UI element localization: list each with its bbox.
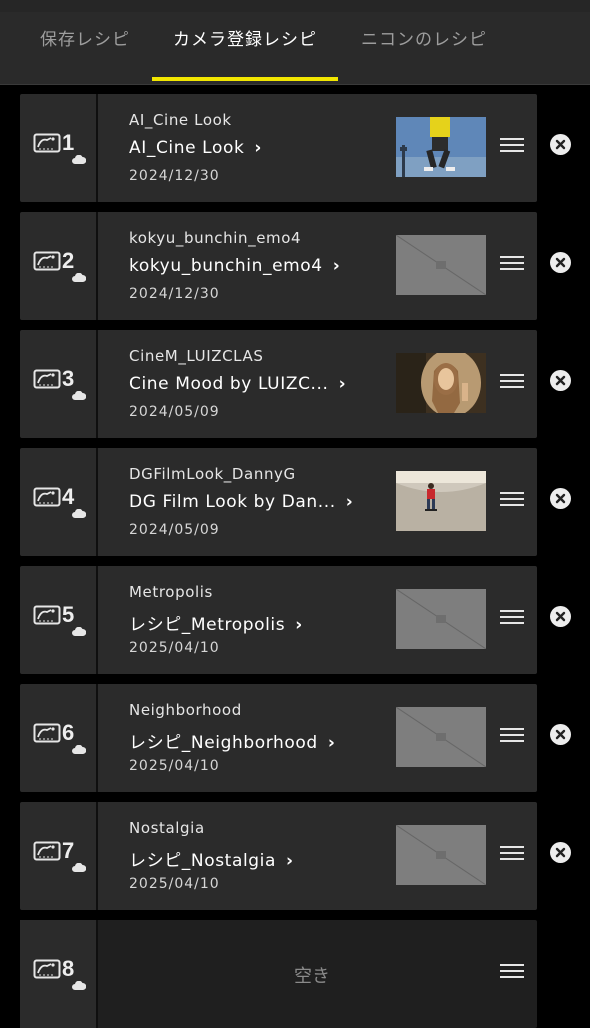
recipe-row[interactable]: 5 Metropolis レシピ_Metropolis › 2025/04/10	[20, 566, 537, 674]
tab-label: ニコンのレシピ	[361, 30, 487, 50]
slot-cell: 6	[20, 684, 98, 792]
chevron-right-icon: ›	[327, 733, 336, 753]
picture-control-icon	[33, 722, 61, 748]
recipe-name: kokyu_bunchin_emo4	[129, 256, 323, 276]
recipe-thumbnail	[396, 353, 486, 413]
chevron-right-icon: ›	[345, 492, 354, 512]
recipe-thumbnail	[396, 589, 486, 649]
picture-control-icon	[33, 604, 61, 630]
recipe-name: レシピ_Neighborhood	[129, 733, 318, 753]
delete-recipe-button[interactable]	[550, 842, 571, 863]
recipe-row[interactable]: 4 DGFilmLook_DannyG DG Film Look by Dan...…	[20, 448, 537, 556]
recipe-row[interactable]: 3 CineM_LUIZCLAS Cine Mood by LUIZC... › 202…	[20, 330, 537, 438]
empty-slot-label: 空き	[294, 966, 330, 987]
recipe-date: 2024/12/30	[129, 168, 220, 184]
tab-camera-recipes[interactable]: カメラ登録レシピ	[152, 12, 338, 84]
chevron-right-icon: ›	[295, 615, 303, 635]
active-tab-indicator	[152, 77, 338, 81]
recipe-thumbnail	[396, 707, 486, 767]
cloud-icon	[72, 858, 87, 877]
cloud-icon	[72, 622, 87, 641]
tab-label: 保存レシピ	[40, 30, 130, 50]
cloud-icon	[72, 504, 87, 523]
recipe-file-name: Neighborhood	[129, 701, 242, 719]
cloud-icon	[72, 740, 87, 759]
recipe-name-link[interactable]: DG Film Look by Dan... ›	[129, 492, 353, 512]
recipe-file-name: Nostalgia	[129, 819, 205, 837]
chevron-right-icon: ›	[286, 851, 294, 871]
drag-handle-icon[interactable]	[500, 374, 524, 394]
recipe-date: 2024/05/09	[129, 522, 220, 538]
tab-bar: 保存レシピ カメラ登録レシピ ニコンのレシピ	[0, 12, 590, 85]
recipe-name-link[interactable]: kokyu_bunchin_emo4 ›	[129, 256, 340, 276]
picture-control-icon	[33, 132, 61, 158]
recipe-row[interactable]: 1 AI_Cine Look AI_Cine Look › 2024/12/30	[20, 94, 537, 202]
recipe-file-name: Metropolis	[129, 583, 213, 601]
recipe-row[interactable]: 7 Nostalgia レシピ_Nostalgia › 2025/04/10	[20, 802, 537, 910]
chevron-right-icon: ›	[254, 138, 263, 158]
picture-control-icon	[33, 250, 61, 276]
recipe-thumbnail	[396, 235, 486, 295]
empty-slot-row[interactable]: 8 空き	[20, 920, 537, 1028]
chevron-right-icon: ›	[338, 374, 347, 394]
slot-cell: 5	[20, 566, 98, 674]
recipe-date: 2024/05/09	[129, 404, 220, 420]
recipe-file-name: AI_Cine Look	[129, 111, 232, 129]
slot-cell: 2	[20, 212, 98, 320]
drag-handle-icon[interactable]	[500, 492, 524, 512]
drag-handle-icon[interactable]	[500, 610, 524, 630]
drag-handle-icon[interactable]	[500, 256, 524, 276]
drag-handle-icon[interactable]	[500, 964, 524, 984]
picture-control-icon	[33, 840, 61, 866]
recipe-thumbnail	[396, 117, 486, 177]
tab-nikon-recipes[interactable]: ニコンのレシピ	[344, 12, 504, 84]
recipe-name: レシピ_Metropolis	[129, 615, 286, 635]
recipe-name-link[interactable]: レシピ_Metropolis ›	[129, 610, 303, 635]
recipe-row[interactable]: 6 Neighborhood レシピ_Neighborhood › 2025/04/10	[20, 684, 537, 792]
recipe-date: 2025/04/10	[129, 640, 220, 656]
slot-cell: 7	[20, 802, 98, 910]
drag-handle-icon[interactable]	[500, 728, 524, 748]
recipe-file-name: CineM_LUIZCLAS	[129, 347, 264, 365]
slot-cell: 3	[20, 330, 98, 438]
status-bar-strip	[0, 0, 590, 12]
recipe-name-link[interactable]: AI_Cine Look ›	[129, 138, 262, 158]
delete-recipe-button[interactable]	[550, 134, 571, 155]
drag-handle-icon[interactable]	[500, 138, 524, 158]
recipe-thumbnail	[396, 825, 486, 885]
cloud-icon	[72, 268, 87, 287]
recipe-name: レシピ_Nostalgia	[129, 851, 277, 871]
picture-control-icon	[33, 486, 61, 512]
recipe-name: Cine Mood by LUIZC...	[129, 374, 329, 394]
picture-control-icon	[33, 368, 61, 394]
slot-cell: 1	[20, 94, 98, 202]
tab-label: カメラ登録レシピ	[173, 30, 317, 50]
slot-cell: 4	[20, 448, 98, 556]
slot-cell: 8	[20, 920, 98, 1028]
cloud-icon	[72, 150, 87, 169]
recipe-name-link[interactable]: レシピ_Nostalgia ›	[129, 846, 294, 871]
recipe-name: DG Film Look by Dan...	[129, 492, 336, 512]
drag-handle-icon[interactable]	[500, 846, 524, 866]
recipe-date: 2025/04/10	[129, 758, 220, 774]
delete-recipe-button[interactable]	[550, 724, 571, 745]
recipe-name: AI_Cine Look	[129, 138, 245, 158]
cloud-icon	[72, 976, 87, 995]
recipe-name-link[interactable]: Cine Mood by LUIZC... ›	[129, 374, 346, 394]
recipe-thumbnail	[396, 471, 486, 531]
picture-control-icon	[33, 958, 61, 984]
recipe-row[interactable]: 2 kokyu_bunchin_emo4 kokyu_bunchin_emo4 › 20…	[20, 212, 537, 320]
chevron-right-icon: ›	[332, 256, 341, 276]
delete-recipe-button[interactable]	[550, 370, 571, 391]
tab-saved-recipes[interactable]: 保存レシピ	[22, 12, 148, 84]
recipe-date: 2025/04/10	[129, 876, 220, 892]
delete-recipe-button[interactable]	[550, 488, 571, 509]
delete-recipe-button[interactable]	[550, 606, 571, 627]
recipe-file-name: kokyu_bunchin_emo4	[129, 229, 302, 247]
recipe-name-link[interactable]: レシピ_Neighborhood ›	[129, 728, 335, 753]
delete-recipe-button[interactable]	[550, 252, 571, 273]
cloud-icon	[72, 386, 87, 405]
recipe-date: 2024/12/30	[129, 286, 220, 302]
recipe-file-name: DGFilmLook_DannyG	[129, 465, 296, 483]
